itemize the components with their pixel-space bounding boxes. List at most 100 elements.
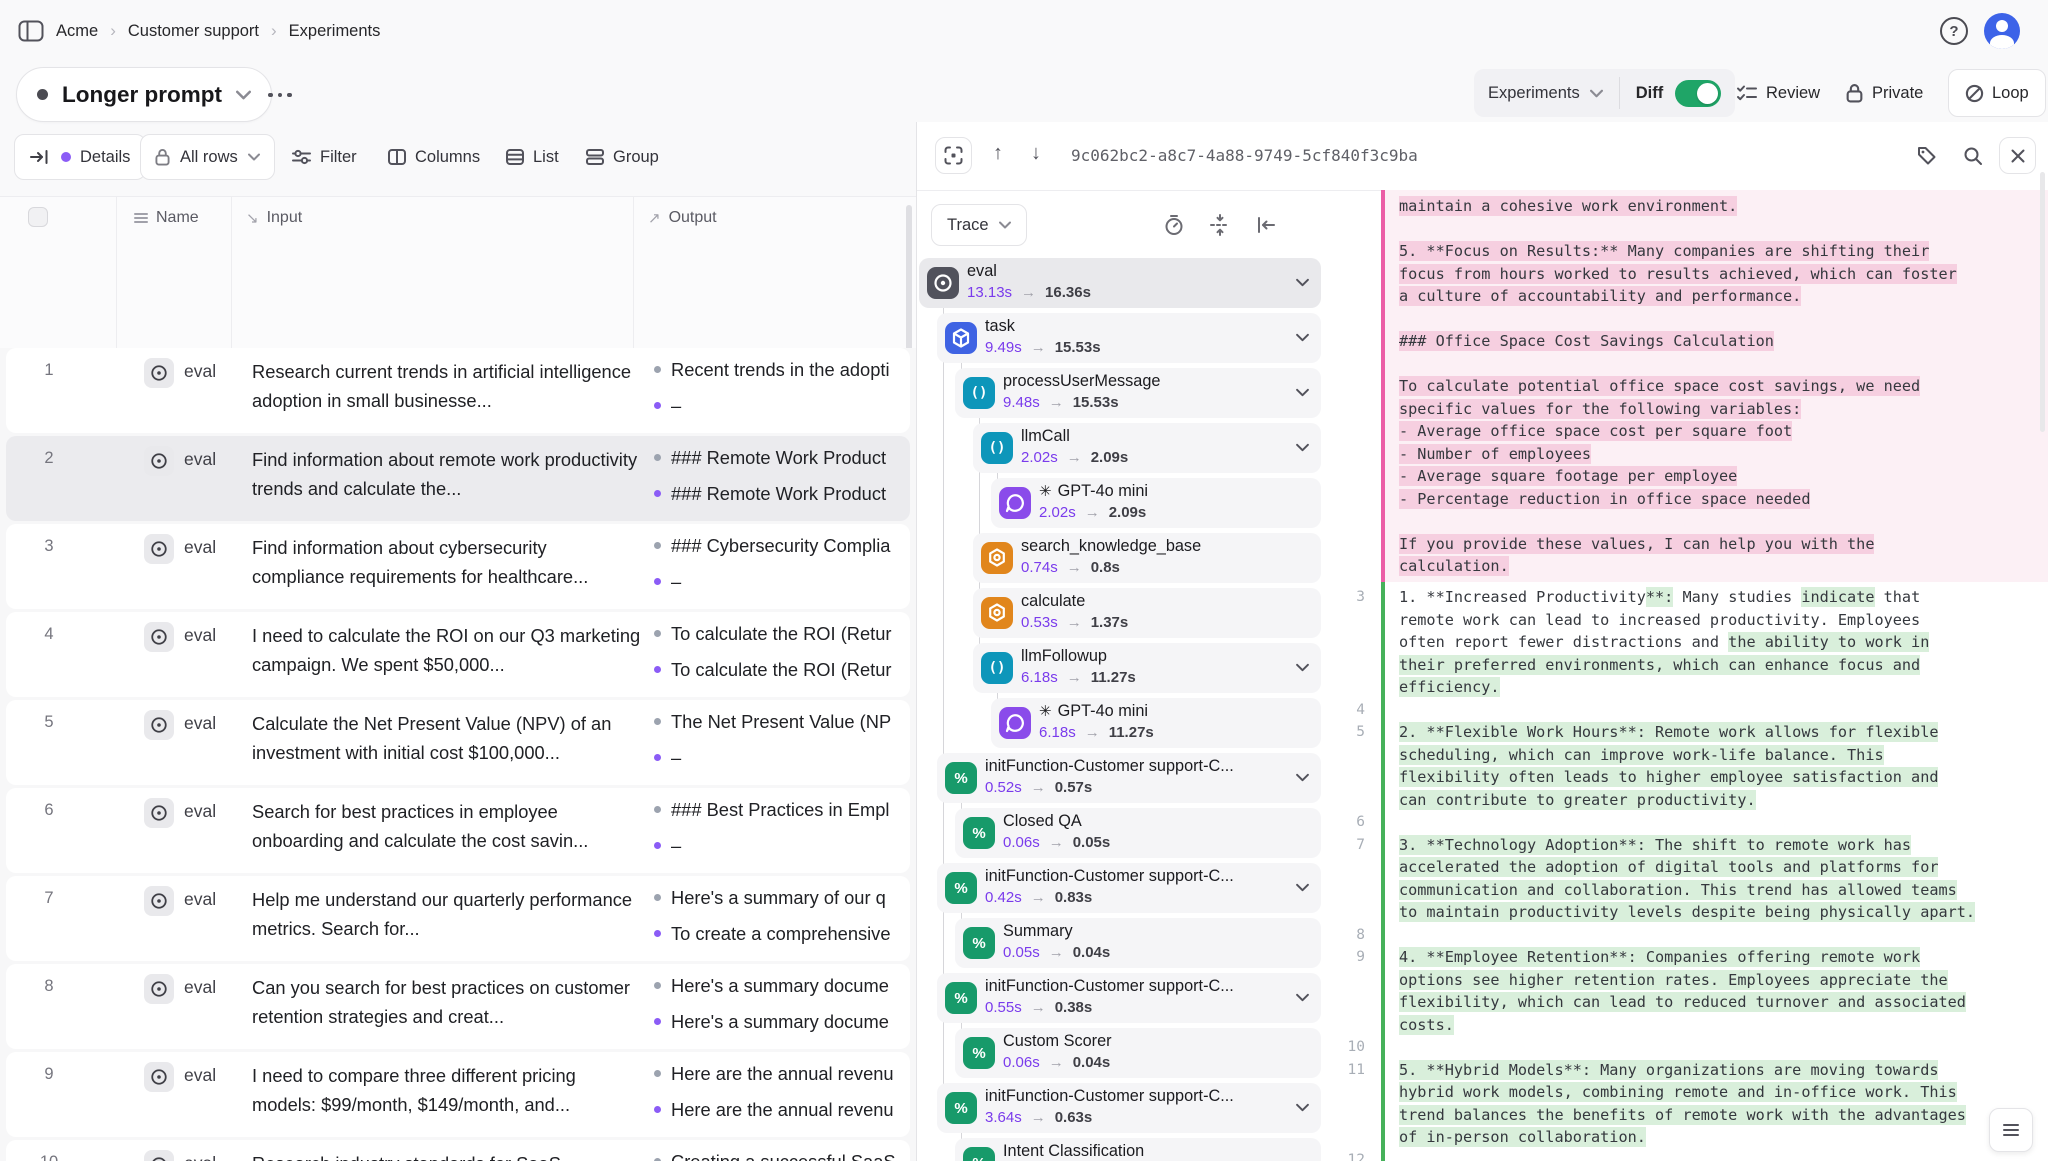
table-toolbar: Details All rows Filter Columns: [0, 124, 916, 196]
span-label: initFunction-Customer support-C...: [985, 867, 1291, 886]
parens-span-icon: (): [981, 432, 1013, 464]
select-all-checkbox[interactable]: [28, 207, 48, 227]
trace-span-row[interactable]: %initFunction-Customer support-C...0.52s…: [937, 753, 1321, 803]
name-header-label: Name: [156, 209, 199, 227]
more-options-icon[interactable]: [260, 80, 300, 110]
table-row[interactable]: 7evalHelp me understand our quarterly pe…: [6, 876, 910, 961]
trace-span-row[interactable]: %Intent Classification0.13s→0.08s: [955, 1138, 1321, 1161]
details-button[interactable]: Details: [14, 134, 146, 180]
row-number: 8: [36, 977, 62, 996]
chevron-down-icon[interactable]: [1296, 388, 1309, 397]
openai-icon: ✳: [1039, 703, 1052, 720]
trace-span-row[interactable]: %Custom Scorer0.06s→0.04s: [955, 1028, 1321, 1078]
private-button[interactable]: Private: [1846, 69, 1923, 117]
cube-span-icon: [945, 322, 977, 354]
trace-span-row[interactable]: search_knowledge_base0.74s→0.8s: [973, 533, 1321, 583]
search-icon[interactable]: [1963, 146, 1983, 166]
sidebar-toggle-icon[interactable]: [18, 20, 44, 42]
row-output-1: To calculate the ROI (Retur: [654, 623, 906, 645]
columns-label: Columns: [415, 148, 480, 167]
table-row[interactable]: 3evalFind information about cybersecurit…: [6, 524, 910, 609]
experiment-select[interactable]: Longer prompt: [16, 67, 272, 122]
diff-scrollbar[interactable]: [2040, 172, 2045, 432]
help-icon[interactable]: ?: [1940, 17, 1968, 45]
percent-span-icon: %: [945, 762, 977, 794]
chevron-down-icon[interactable]: [1296, 663, 1309, 672]
row-output-2: –: [654, 747, 906, 769]
row-input: I need to compare three different pricin…: [252, 1062, 644, 1119]
trace-span-row[interactable]: %initFunction-Customer support-C...3.64s…: [937, 1083, 1321, 1133]
loop-label: Loop: [1992, 84, 2029, 103]
column-header-input[interactable]: ↘ Input: [246, 206, 302, 230]
review-label: Review: [1766, 84, 1820, 103]
trace-span-row[interactable]: %Closed QA0.06s→0.05s: [955, 808, 1321, 858]
chevron-down-icon[interactable]: [1296, 278, 1309, 287]
table-row[interactable]: 5evalCalculate the Net Present Value (NP…: [6, 700, 910, 785]
trace-span-row[interactable]: calculate0.53s→1.37s: [973, 588, 1321, 638]
table-row[interactable]: 4evalI need to calculate the ROI on our …: [6, 612, 910, 697]
group-button[interactable]: Group: [586, 134, 659, 180]
close-panel-button[interactable]: [1999, 137, 2036, 174]
span-label: initFunction-Customer support-C...: [985, 757, 1291, 776]
row-output-2: To create a comprehensive: [654, 923, 906, 945]
all-rows-select[interactable]: All rows: [140, 134, 275, 180]
eval-target-icon: [144, 1062, 174, 1092]
trace-span-row[interactable]: ()llmFollowup6.18s→11.27s: [973, 643, 1321, 693]
table-row[interactable]: 1evalResearch current trends in artifici…: [6, 348, 910, 433]
tag-icon[interactable]: [1917, 146, 1937, 166]
row-number: 10: [36, 1153, 62, 1161]
diff-toggle[interactable]: [1675, 80, 1721, 107]
table-row[interactable]: 9evalI need to compare three different p…: [6, 1052, 910, 1137]
input-header-label: Input: [267, 209, 303, 227]
filter-button[interactable]: Filter: [292, 134, 357, 180]
span-label: initFunction-Customer support-C...: [985, 1087, 1291, 1106]
chevron-down-icon[interactable]: [1296, 993, 1309, 1002]
breadcrumb-section[interactable]: Experiments: [289, 22, 381, 41]
trace-span-row[interactable]: %initFunction-Customer support-C...0.42s…: [937, 863, 1321, 913]
trace-span-row[interactable]: task9.49s→15.53s: [937, 313, 1321, 363]
chevron-down-icon[interactable]: [1296, 333, 1309, 342]
breadcrumb-project[interactable]: Customer support: [128, 22, 259, 41]
view-select[interactable]: Experiments: [1488, 84, 1603, 103]
table-row[interactable]: 8evalCan you search for best practices o…: [6, 964, 910, 1049]
columns-button[interactable]: Columns: [388, 134, 480, 180]
chevron-down-icon[interactable]: [1296, 773, 1309, 782]
span-label: Custom Scorer: [1003, 1032, 1291, 1051]
row-output-1: ### Best Practices in Empl: [654, 799, 906, 821]
all-rows-label: All rows: [180, 148, 238, 167]
span-tree: eval13.13s→16.36stask9.49s→15.53s()proce…: [917, 122, 1327, 1161]
experiment-name: Longer prompt: [62, 82, 222, 108]
row-output-1: Here are the annual revenu: [654, 1063, 906, 1085]
trace-span-row[interactable]: ✳GPT-4o mini6.18s→11.27s: [991, 698, 1321, 748]
table-row[interactable]: 6evalSearch for best practices in employ…: [6, 788, 910, 873]
table-row[interactable]: 10evalResearch industry standards for Sa…: [6, 1140, 910, 1161]
chevron-right-icon: ›: [110, 21, 116, 41]
span-durations: 0.55s→0.38s: [985, 999, 1092, 1016]
percent-span-icon: %: [945, 982, 977, 1014]
column-header-output[interactable]: ↗ Output: [648, 206, 717, 230]
chevron-down-icon[interactable]: [1296, 1103, 1309, 1112]
list-button[interactable]: List: [506, 134, 559, 180]
table-row[interactable]: 2evalFind information about remote work …: [6, 436, 910, 521]
filter-icon: [292, 149, 311, 165]
outline-toggle-button[interactable]: [1989, 1108, 2033, 1152]
trace-span-row[interactable]: %initFunction-Customer support-C...0.55s…: [937, 973, 1321, 1023]
avatar[interactable]: [1984, 13, 2020, 49]
breadcrumb-org[interactable]: Acme: [56, 22, 98, 41]
row-name: eval: [184, 1065, 216, 1086]
trace-span-row[interactable]: ()llmCall2.02s→2.09s: [973, 423, 1321, 473]
review-button[interactable]: Review: [1736, 69, 1820, 117]
row-name: eval: [184, 1153, 216, 1161]
column-header-name[interactable]: Name: [134, 206, 199, 230]
trace-panel: ↑ ↓ 9c062bc2-a8c7-4a88-9749-5cf840f3c9ba…: [916, 122, 2048, 1161]
trace-span-row[interactable]: ()processUserMessage9.48s→15.53s: [955, 368, 1321, 418]
trace-span-row[interactable]: ✳GPT-4o mini2.02s→2.09s: [991, 478, 1321, 528]
percent-span-icon: %: [963, 1147, 995, 1161]
chevron-down-icon[interactable]: [1296, 883, 1309, 892]
chevron-down-icon[interactable]: [1296, 443, 1309, 452]
trace-span-row[interactable]: eval13.13s→16.36s: [919, 258, 1321, 308]
span-label: ✳GPT-4o mini: [1039, 482, 1291, 501]
loop-button[interactable]: Loop: [1948, 69, 2046, 117]
arrow-down-right-icon: ↘: [246, 209, 259, 227]
trace-span-row[interactable]: %Summary0.05s→0.04s: [955, 918, 1321, 968]
